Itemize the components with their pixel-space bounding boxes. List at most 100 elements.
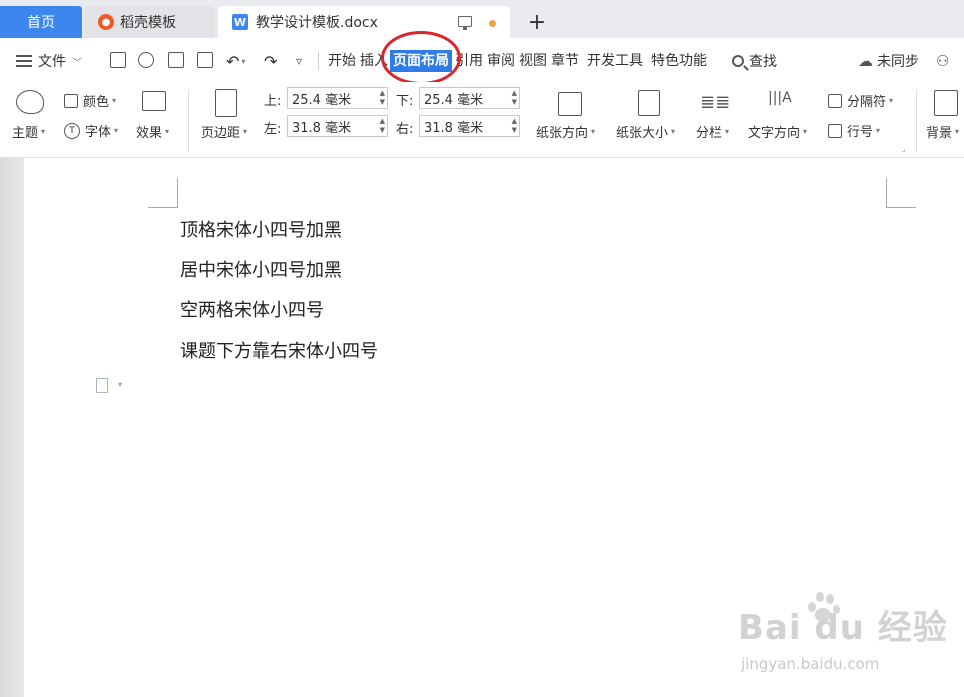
spinner-arrows-icon[interactable]: ▲ ▼ xyxy=(380,117,385,135)
color-grid-icon xyxy=(64,93,78,108)
format-painter-icon[interactable] xyxy=(138,52,154,68)
save-icon[interactable] xyxy=(110,52,126,68)
effect-icon[interactable] xyxy=(142,91,166,111)
menu-bar: 文件 ﹀ ↶ ▾ ↷ ▿ 开始 插入 页面布局 引用 审阅 视图 章节 开发工具 … xyxy=(0,38,964,82)
writer-doc-icon: W xyxy=(232,14,248,30)
bottom-margin-value: 25.4 毫米 xyxy=(424,92,484,108)
tab-docer-template[interactable]: ● 稻壳模板 xyxy=(84,6,214,38)
line-numbers-label: 行号 xyxy=(847,125,874,140)
right-margin-label: 右: xyxy=(396,122,414,137)
text-direction-button[interactable]: 文字方向 ▾ xyxy=(748,122,807,141)
spinner-arrows-icon[interactable]: ▲ ▼ xyxy=(512,117,517,135)
tab-home-label: 首页 xyxy=(27,15,55,31)
breaks-label: 分隔符 xyxy=(847,95,887,110)
tab-developer[interactable]: 开发工具 xyxy=(587,50,643,72)
orientation-button[interactable]: 纸张方向 ▾ xyxy=(536,122,595,141)
paper-size-icon[interactable] xyxy=(638,90,660,116)
bottom-margin-input[interactable]: 25.4 毫米 ▲ ▼ xyxy=(419,87,520,109)
paragraph-layout-icon[interactable] xyxy=(96,378,108,393)
divider xyxy=(318,52,319,70)
section-break-icon xyxy=(828,93,842,108)
columns-icon[interactable]: ≣≣ xyxy=(700,92,730,114)
monitor-icon[interactable] xyxy=(458,16,472,30)
columns-button[interactable]: 分栏 ▾ xyxy=(696,122,729,141)
text-direction-icon[interactable]: |||A xyxy=(768,90,798,116)
effect-button[interactable]: 效果 ▾ xyxy=(136,122,169,141)
spinner-arrows-icon[interactable]: ▲ ▼ xyxy=(512,89,517,107)
theme-label: 主题 xyxy=(12,126,39,141)
font-button[interactable]: T 字体 ▾ xyxy=(64,121,118,140)
effect-label: 效果 xyxy=(136,126,163,141)
columns-label: 分栏 xyxy=(696,126,723,141)
tab-bar: 首页 ● 稻壳模板 W 教学设计模板.docx + xyxy=(0,0,964,38)
unsaved-dot-icon xyxy=(489,20,496,27)
right-margin-input[interactable]: 31.8 毫米 ▲ ▼ xyxy=(419,115,520,137)
right-margin-value: 31.8 毫米 xyxy=(424,120,484,136)
page-orientation-icon[interactable] xyxy=(558,92,582,116)
paragraph-3[interactable]: 空两格宋体小四号 xyxy=(180,296,324,322)
left-gutter xyxy=(0,158,24,697)
tab-references[interactable]: 引用 xyxy=(455,50,483,72)
tab-page-layout[interactable]: 页面布局 xyxy=(390,50,452,72)
watermark-brand: Bai du 经验 xyxy=(738,608,948,648)
redo-icon[interactable]: ↷ xyxy=(264,50,277,72)
margins-button[interactable]: 页边距 ▾ xyxy=(201,122,247,141)
tab-home[interactable]: 首页 xyxy=(0,6,82,38)
bottom-margin-label: 下: xyxy=(396,94,414,109)
undo-icon[interactable]: ↶ ▾ xyxy=(226,50,245,72)
font-label: 字体 xyxy=(85,125,112,140)
theme-palette-icon[interactable] xyxy=(16,90,44,114)
sync-label: 未同步 xyxy=(877,54,919,70)
theme-button[interactable]: 主题 ▾ xyxy=(12,122,45,141)
hamburger-icon xyxy=(16,55,32,67)
sync-status[interactable]: ☁ 未同步 xyxy=(858,50,919,72)
watermark-url: jingyan.baidu.com xyxy=(741,655,880,673)
tab-insert[interactable]: 插入 xyxy=(360,50,388,72)
tab-chapter[interactable]: 章节 xyxy=(551,50,579,72)
docer-flame-icon: ● xyxy=(98,14,114,30)
collaborate-icon[interactable]: ⚇ xyxy=(936,50,949,72)
paragraph-1[interactable]: 顶格宋体小四号加黑 xyxy=(180,216,342,242)
margins-label: 页边距 xyxy=(201,126,241,141)
chevron-down-icon[interactable]: ▾ xyxy=(118,380,122,389)
file-menu[interactable]: 文件 ﹀ xyxy=(16,50,82,72)
paragraph-4[interactable]: 课题下方靠右宋体小四号 xyxy=(180,337,378,363)
breaks-button[interactable]: 分隔符 ▾ xyxy=(828,91,893,110)
left-margin-label: 左: xyxy=(264,122,282,137)
tab-document[interactable]: W 教学设计模板.docx xyxy=(218,6,510,38)
chevron-down-icon: ﹀ xyxy=(72,57,82,69)
background-button[interactable]: 背景 ▾ xyxy=(926,122,959,141)
left-margin-input[interactable]: 31.8 毫米 ▲ ▼ xyxy=(287,115,388,137)
line-numbers-icon xyxy=(828,123,842,138)
tab-start[interactable]: 开始 xyxy=(328,50,356,72)
ribbon-divider xyxy=(916,90,917,152)
page-background-icon[interactable] xyxy=(934,90,958,116)
spinner-arrows-icon[interactable]: ▲ ▼ xyxy=(380,89,385,107)
margin-corner-top-right xyxy=(886,178,916,208)
top-margin-label: 上: xyxy=(264,94,282,109)
tab-special-features[interactable]: 特色功能 xyxy=(651,50,707,72)
customize-quick-access-icon[interactable]: ▿ xyxy=(296,50,302,72)
line-numbers-button[interactable]: 行号 ▾ xyxy=(828,121,880,140)
color-button[interactable]: 颜色 ▾ xyxy=(64,91,116,110)
new-tab-button[interactable]: + xyxy=(522,6,552,38)
top-margin-value: 25.4 毫米 xyxy=(292,92,352,108)
dialog-launcher-icon[interactable]: ⌟ xyxy=(902,144,906,153)
search-label: 查找 xyxy=(749,54,777,70)
top-margin-input[interactable]: 25.4 毫米 ▲ ▼ xyxy=(287,87,388,109)
paragraph-2[interactable]: 居中宋体小四号加黑 xyxy=(180,256,342,282)
text-direction-label: 文字方向 xyxy=(748,126,801,141)
color-label: 颜色 xyxy=(83,95,110,110)
tab-review[interactable]: 审阅 xyxy=(487,50,515,72)
ribbon-divider xyxy=(188,90,189,152)
page-margin-icon[interactable] xyxy=(215,89,237,117)
tab-document-label: 教学设计模板.docx xyxy=(256,15,378,31)
paper-size-label: 纸张大小 xyxy=(616,126,669,141)
print-preview-icon[interactable] xyxy=(197,52,213,68)
font-t-icon: T xyxy=(64,122,80,139)
print-icon[interactable] xyxy=(168,52,184,68)
paper-size-button[interactable]: 纸张大小 ▾ xyxy=(616,122,675,141)
tab-view[interactable]: 视图 xyxy=(519,50,547,72)
cloud-icon: ☁ xyxy=(858,52,873,70)
search-button[interactable]: 查找 xyxy=(732,50,777,72)
